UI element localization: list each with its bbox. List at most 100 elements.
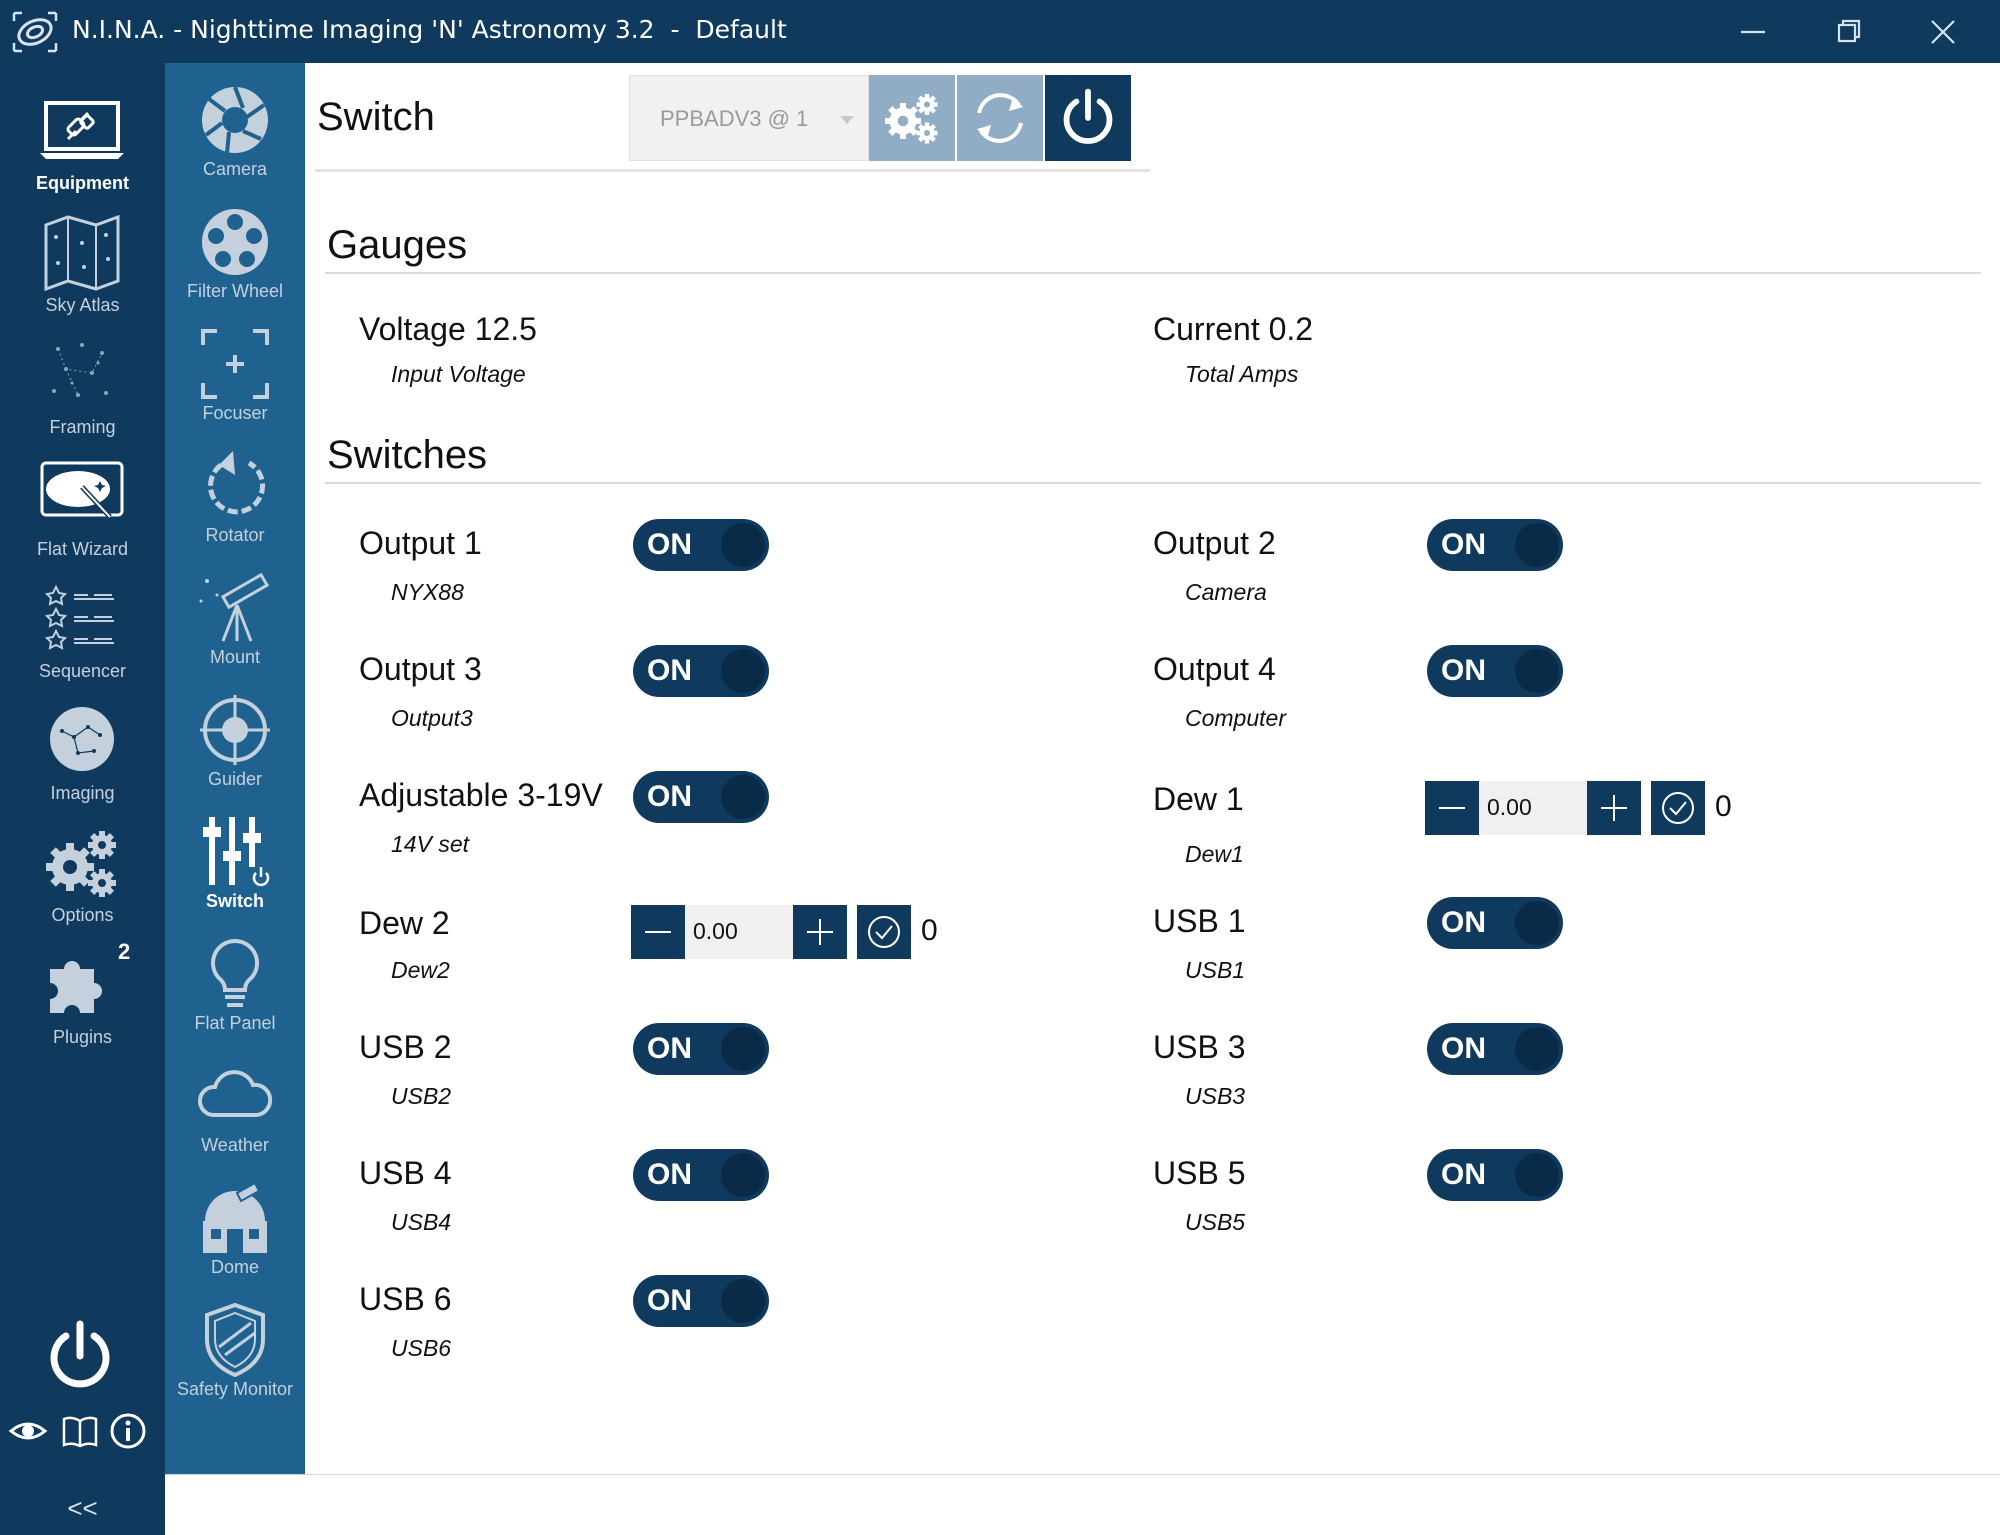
output-2-toggle[interactable]: ON <box>1427 519 1563 571</box>
device-settings-button[interactable] <box>869 75 955 161</box>
switch-name: USB 6 <box>359 1281 452 1317</box>
minimize-button[interactable] <box>1705 0 1800 63</box>
subnav-item-camera[interactable]: Camera <box>165 63 305 185</box>
nav-item-equipment[interactable]: Equipment <box>0 85 165 207</box>
minus-icon <box>1439 807 1465 809</box>
increment-button[interactable] <box>793 905 847 959</box>
subnav-item-guider[interactable]: Guider <box>165 673 305 795</box>
switch-panel: Switch PPBADV3 @ 1 Gauges Voltage 12.5 I… <box>305 63 2000 1474</box>
nav-item-framing[interactable]: Framing <box>0 329 165 451</box>
subnav-label: Weather <box>201 1135 269 1155</box>
switch-name: USB 1 <box>1153 903 1246 939</box>
subnav-label: Dome <box>210 1257 259 1277</box>
toggle-knob <box>721 523 765 567</box>
subnav-item-rotator[interactable]: Rotator <box>165 429 305 551</box>
switch-name: Dew 2 <box>359 905 450 941</box>
usb-4-toggle[interactable]: ON <box>633 1149 769 1201</box>
power-icon <box>1063 88 1113 144</box>
output-4-toggle[interactable]: ON <box>1427 645 1563 697</box>
usb-5-toggle[interactable]: ON <box>1427 1149 1563 1201</box>
switch-name: Output 2 <box>1153 525 1276 561</box>
minimize-icon <box>1740 30 1765 33</box>
restore-icon <box>1837 19 1860 42</box>
switches-heading: Switches <box>327 433 488 477</box>
nav-item-imaging[interactable]: Imaging <box>0 695 165 817</box>
dome-icon <box>203 1181 267 1253</box>
output-3-toggle[interactable]: ON <box>633 645 769 697</box>
focuser-icon <box>201 329 269 399</box>
nav-item-plugins[interactable]: 2 Plugins <box>0 939 165 1061</box>
increment-button[interactable] <box>1587 781 1641 835</box>
minus-icon <box>645 931 671 933</box>
framing-icon <box>52 343 108 397</box>
adjustable-3-19v-toggle[interactable]: ON <box>633 771 769 823</box>
safety-monitor-icon <box>205 1303 265 1377</box>
subnav-label: Switch <box>205 891 264 911</box>
output-1-toggle[interactable]: ON <box>633 519 769 571</box>
filter-wheel-icon <box>202 209 268 275</box>
dew-2-value-input[interactable]: 0.00 <box>685 905 793 959</box>
gauge-current-value: Current 0.2 <box>1153 311 1314 347</box>
gauges-heading: Gauges <box>327 223 468 267</box>
plugins-badge: 2 <box>118 939 131 964</box>
dew-1-stepper: 0.00 0 <box>1425 781 1735 835</box>
toggle-state-label: ON <box>647 1284 692 1317</box>
toggle-knob <box>721 1279 765 1323</box>
toggle-knob <box>721 775 765 819</box>
usb-6-toggle[interactable]: ON <box>633 1275 769 1327</box>
nav-label: Sky Atlas <box>45 295 120 315</box>
connect-button[interactable] <box>1045 75 1131 161</box>
collapse-nav-button[interactable]: << <box>0 1493 165 1524</box>
switches-divider <box>325 482 1981 484</box>
disconnect-all-power-icon[interactable] <box>44 1316 116 1396</box>
switch-name: Adjustable 3-19V <box>359 777 603 813</box>
dew-2-current-value: 0 <box>921 914 938 947</box>
info-icon[interactable] <box>108 1411 148 1451</box>
apply-button[interactable] <box>1651 781 1705 835</box>
nav-item-sky-atlas[interactable]: Sky Atlas <box>0 207 165 329</box>
eye-icon[interactable] <box>8 1411 48 1451</box>
apply-button[interactable] <box>857 905 911 959</box>
subnav-item-weather[interactable]: Weather <box>165 1039 305 1161</box>
toggle-state-label: ON <box>1441 654 1486 687</box>
switch-name: Output 1 <box>359 525 482 561</box>
title-divider <box>315 169 1150 172</box>
nav-item-flat-wizard[interactable]: Flat Wizard <box>0 451 165 573</box>
close-button[interactable] <box>1895 0 1990 63</box>
switch-description: Dew2 <box>391 957 450 983</box>
usb-2-toggle[interactable]: ON <box>633 1023 769 1075</box>
usb-3-toggle[interactable]: ON <box>1427 1023 1563 1075</box>
dew-1-value-input[interactable]: 0.00 <box>1479 781 1587 835</box>
switch-description: Output3 <box>391 705 473 731</box>
gauge-voltage-value: Voltage 12.5 <box>359 311 537 347</box>
weather-icon <box>197 1070 273 1117</box>
plus-icon <box>1601 795 1627 821</box>
subnav-item-focuser[interactable]: Focuser <box>165 307 305 429</box>
subnav-item-mount[interactable]: Mount <box>165 551 305 673</box>
dew-2-stepper: 0.00 0 <box>631 905 941 959</box>
usb-1-toggle[interactable]: ON <box>1427 897 1563 949</box>
switch-name: USB 3 <box>1153 1029 1246 1065</box>
switch-description: 14V set <box>391 831 469 857</box>
switch-name: USB 2 <box>359 1029 452 1065</box>
switch-name: Dew 1 <box>1153 781 1244 817</box>
switch-description: Camera <box>1185 579 1267 605</box>
subnav-label: Rotator <box>205 525 265 545</box>
subnav-item-filter-wheel[interactable]: Filter Wheel <box>165 185 305 307</box>
mount-icon <box>199 572 270 642</box>
decrement-button[interactable] <box>631 905 685 959</box>
subnav-item-dome[interactable]: Dome <box>165 1161 305 1283</box>
subnav-item-safety-monitor[interactable]: Safety Monitor <box>165 1283 305 1405</box>
subnav-item-flat-panel[interactable]: Flat Panel <box>165 917 305 1039</box>
device-select[interactable]: PPBADV3 @ 1 <box>629 75 869 161</box>
subnav-item-switch[interactable]: Switch <box>165 795 305 917</box>
toggle-state-label: ON <box>647 1032 692 1065</box>
nav-item-options[interactable]: Options <box>0 817 165 939</box>
book-icon[interactable] <box>60 1411 100 1451</box>
nav-item-sequencer[interactable]: Sequencer <box>0 573 165 695</box>
restore-button[interactable] <box>1800 0 1895 63</box>
nina-logo-icon <box>12 11 58 53</box>
decrement-button[interactable] <box>1425 781 1479 835</box>
refresh-devices-button[interactable] <box>957 75 1043 161</box>
switch-name: Output 4 <box>1153 651 1276 687</box>
